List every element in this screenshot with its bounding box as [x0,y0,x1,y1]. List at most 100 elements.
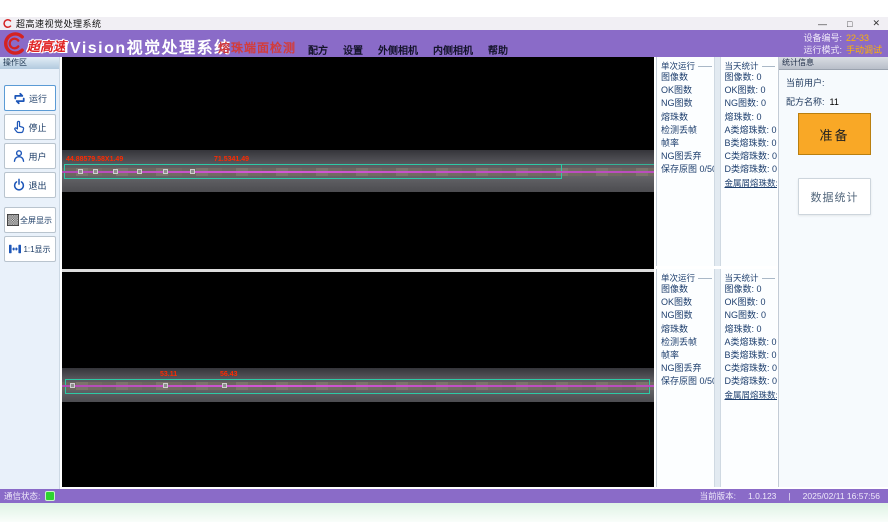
fullscreen-icon [7,214,19,226]
stat-row: 熔珠数: 0 [725,323,778,336]
minimize-button[interactable]: — [818,19,827,29]
measurement-annotation: 53.11 [160,371,177,378]
fullscreen-button[interactable]: 全屏显示 [4,207,56,233]
user-button[interactable]: 用户 [4,143,56,169]
close-button[interactable]: ✕ [872,18,880,29]
app-title: IVision视觉处理系统 [64,34,232,58]
app-subtitle: 熔珠端面检测 [218,39,296,56]
measurement-annotation: 56.43 [220,371,238,378]
stat-row: 熔珠数: 0 [725,111,778,124]
stat-row: 图像数 [661,71,714,84]
header-info: 设备编号:22-33 运行模式:手动调试 [803,32,882,56]
recipe-name-label: 配方名称: [786,97,825,107]
operation-sidebar: 操作区 运行 停止 [0,57,60,489]
stat-row: 图像数: 0 [725,283,778,296]
stat-row: NG图丢弃 [661,150,714,163]
stop-button-label: 停止 [28,121,46,134]
power-icon [12,178,26,192]
stop-button[interactable]: 停止 [4,114,56,140]
app-header: 超高速 IVision视觉处理系统 熔珠端面检测 配方 设置 外侧相机 内侧相机… [0,30,888,57]
menu-help[interactable]: 帮助 [488,42,508,57]
run-button[interactable]: 运行 [4,85,56,111]
stat-row: 检测丢帧 [661,124,714,137]
desktop-strip [0,503,888,522]
measure-marker [163,169,168,174]
measure-marker [113,169,118,174]
comm-status-label: 通信状态: [4,490,40,502]
status-bar: 通信状态: 当前版本: 1.0.123 | 2025/02/11 16:57:5… [0,489,888,503]
one-to-one-button[interactable]: 1:1显示 [4,236,56,262]
status-datetime: 2025/02/11 16:57:56 [803,491,880,501]
measure-marker [93,169,98,174]
stats-group-outer: 单次运行 图像数 OK图数 NG图数 熔珠数 检测丢帧 帧率 NG图丢弃 保存原… [656,57,777,266]
version-value: 1.0.123 [748,491,776,501]
panel-divider [714,57,721,266]
stat-row: 金属屑熔珠数: 0 [725,177,778,190]
stat-row: 熔珠数 [661,111,714,124]
camera-view-outer: 44.88579.58X1.49 71.5341.49 [62,57,654,269]
sidebar-title: 操作区 [0,57,59,69]
menu-settings[interactable]: 设置 [343,42,363,57]
measure-marker [222,383,227,388]
user-icon [12,149,26,163]
comm-status-led [45,491,55,501]
weld-band: 53.11 56.43 [62,368,654,402]
roi-edge-line [562,164,654,165]
statistics-info-panel: 统计信息 当前用户: 配方名称: 11 准备 数据统计 [778,57,888,487]
recipe-name-value: 11 [830,97,839,107]
stat-row: NG图数 [661,97,714,110]
status-separator: | [788,491,790,501]
measurement-annotation: 71.5341.49 [214,156,249,163]
stat-row: D类熔珠数: 0 [725,375,778,388]
window-title: 超高速视觉处理系统 [16,17,102,30]
one-to-one-icon [8,243,22,255]
panel-title-single-run: 单次运行 [661,272,695,284]
stat-row: B类熔珠数: 0 [725,349,778,362]
stat-row: 金属屑熔珠数: 0 [725,389,778,402]
device-number-value: 22-33 [846,33,869,43]
app-window: 超高速视觉处理系统 — □ ✕ 超高速 IVision视觉处理系统 熔珠端面检测… [0,0,888,522]
app-logo-icon [3,19,12,28]
stat-row: 熔珠数 [661,323,714,336]
weld-seam-line [62,171,654,173]
measurement-annotation: 44.88579.58X1.49 [66,156,123,163]
maximize-button[interactable]: □ [847,19,852,29]
run-mode-value: 手动调试 [846,45,882,55]
stat-row: A类熔珠数: 0 [725,336,778,349]
weld-band: 44.88579.58X1.49 71.5341.49 [62,150,654,192]
current-user-label: 当前用户: [786,78,825,88]
measure-marker [137,169,142,174]
panel-title-single-run: 单次运行 [661,60,695,72]
stat-row: 图像数 [661,283,714,296]
stat-row: NG图数 [661,309,714,322]
panel-title-daily: 当天统计 [725,60,759,72]
menu-inner-camera[interactable]: 内侧相机 [433,42,473,57]
menu-outer-camera[interactable]: 外侧相机 [378,42,418,57]
measure-marker [78,169,83,174]
stat-row: OK图数: 0 [725,296,778,309]
stat-row: 帧率 [661,349,714,362]
panel-divider [714,269,721,487]
stat-row: OK图数 [661,84,714,97]
measure-marker [190,169,195,174]
camera-view-inner: 53.11 56.43 [62,272,654,487]
stat-row: NG图数: 0 [725,97,778,110]
os-titlebar: 超高速视觉处理系统 — □ ✕ [0,17,888,30]
prepare-button[interactable]: 准备 [798,113,871,155]
run-mode-label: 运行模式: [803,45,842,55]
stat-row: 图像数: 0 [725,71,778,84]
info-panel-title: 统计信息 [779,57,888,70]
stat-row: D类熔珠数: 0 [725,163,778,176]
exit-button[interactable]: 退出 [4,172,56,198]
user-button-label: 用户 [28,150,46,163]
stat-row: 帧率 [661,137,714,150]
brand-name: 超高速 [27,36,66,55]
stat-row: C类熔珠数: 0 [725,362,778,375]
measure-marker [163,383,168,388]
stat-row: 检测丢帧 [661,336,714,349]
stat-row: NG图丢弃 [661,362,714,375]
menu-recipe[interactable]: 配方 [308,42,328,57]
data-statistics-button[interactable]: 数据统计 [798,178,871,215]
run-cycle-icon [12,91,27,106]
stat-row: C类熔珠数: 0 [725,150,778,163]
